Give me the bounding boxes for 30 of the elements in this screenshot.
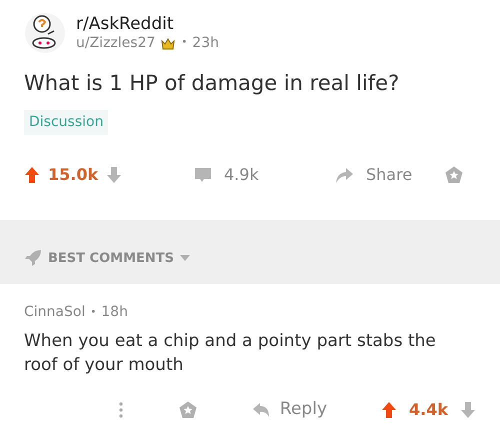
comment-count: 4.9k (224, 164, 259, 186)
author-name[interactable]: u/Zizzles27 (76, 34, 156, 52)
comment-icon[interactable] (194, 166, 212, 184)
award-icon[interactable] (444, 164, 464, 184)
subreddit-avatar-icon[interactable] (24, 12, 66, 54)
comment-text: When you eat a chip and a pointy part stabs the roof of your mouth (24, 330, 437, 377)
separator-dot: • (90, 306, 96, 320)
vote-score: 4.4k (409, 398, 448, 421)
comment-age: 18h (101, 303, 128, 322)
subreddit-name[interactable]: r/AskReddit (76, 14, 219, 35)
flair-tag[interactable]: Discussion (24, 110, 108, 134)
post-age: 23h (192, 34, 219, 52)
caret-icon (180, 255, 190, 262)
reply-button[interactable]: Reply (252, 397, 328, 422)
upvote-icon[interactable] (24, 166, 40, 184)
upvote-icon[interactable] (381, 400, 398, 419)
rocket-icon (24, 249, 42, 268)
post-title: What is 1 HP of damage in real life? (24, 70, 400, 97)
comment-author[interactable]: CinnaSol (24, 302, 86, 323)
downvote-icon[interactable] (460, 400, 476, 419)
more-options-icon[interactable] (118, 400, 124, 419)
sort-dropdown[interactable]: BEST COMMENTS (24, 248, 190, 268)
share-arrow-icon (334, 166, 354, 184)
reply-arrow-icon (252, 402, 270, 418)
downvote-icon[interactable] (106, 166, 122, 184)
award-icon[interactable] (178, 400, 198, 420)
crown-icon (160, 36, 176, 52)
vote-score: 15.0k (48, 164, 98, 186)
separator-dot: • (181, 37, 188, 50)
share-button[interactable]: Share (334, 162, 444, 186)
